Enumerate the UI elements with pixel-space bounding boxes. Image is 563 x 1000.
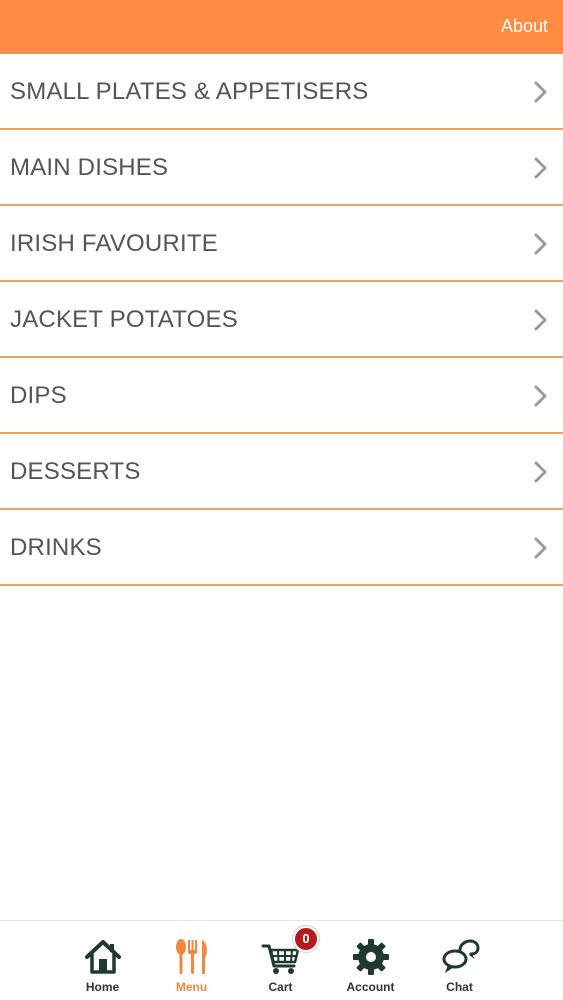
menu-category-irish-favourite[interactable]: IRISH FAVOURITE [0,206,563,282]
fork-knife-icon [175,939,207,974]
menu-category-desserts[interactable]: DESSERTS [0,434,563,510]
app-screen: About SMALL PLATES & APPETISERS MAIN DIS… [0,0,563,1000]
tab-account[interactable]: Account [326,921,415,1000]
tab-label: Menu [175,980,208,994]
menu-category-label: DIPS [10,382,67,409]
menu-category-dips[interactable]: DIPS [0,358,563,434]
chevron-right-icon [534,385,547,407]
chevron-right-icon [534,81,547,103]
gear-icon [352,939,389,975]
chevron-right-icon [534,461,547,483]
tab-label: Home [85,980,120,994]
top-bar: About [0,0,563,54]
menu-category-drinks[interactable]: DRINKS [0,510,563,586]
tab-menu[interactable]: Menu [147,921,236,1000]
menu-category-label: DRINKS [10,534,102,561]
menu-category-label: IRISH FAVOURITE [10,230,218,257]
about-link[interactable]: About [501,16,548,37]
tab-cart[interactable]: 0 Cart [236,921,325,1000]
chevron-right-icon [534,537,547,559]
menu-category-label: MAIN DISHES [10,154,169,181]
chevron-right-icon [534,309,547,331]
tab-chat[interactable]: Chat [415,921,504,1000]
chevron-right-icon [534,157,547,179]
home-icon [84,940,121,974]
tab-label: Account [346,980,395,994]
tab-home[interactable]: Home [58,921,147,1000]
tab-label: Chat [446,980,473,994]
tab-label: Cart [268,980,293,994]
cart-count-badge: 0 [293,926,319,952]
menu-category-label: DESSERTS [10,458,141,485]
menu-category-label: JACKET POTATOES [10,306,238,333]
menu-category-main-dishes[interactable]: MAIN DISHES [0,130,563,206]
bottom-tab-bar: Home Menu 0 Cart Account Chat [0,920,563,1000]
chevron-right-icon [534,233,547,255]
chat-bubbles-icon [442,939,480,973]
menu-category-jacket-potatoes[interactable]: JACKET POTATOES [0,282,563,358]
menu-category-list: SMALL PLATES & APPETISERS MAIN DISHES IR… [0,54,563,586]
menu-category-label: SMALL PLATES & APPETISERS [10,78,369,105]
menu-category-small-plates[interactable]: SMALL PLATES & APPETISERS [0,54,563,130]
